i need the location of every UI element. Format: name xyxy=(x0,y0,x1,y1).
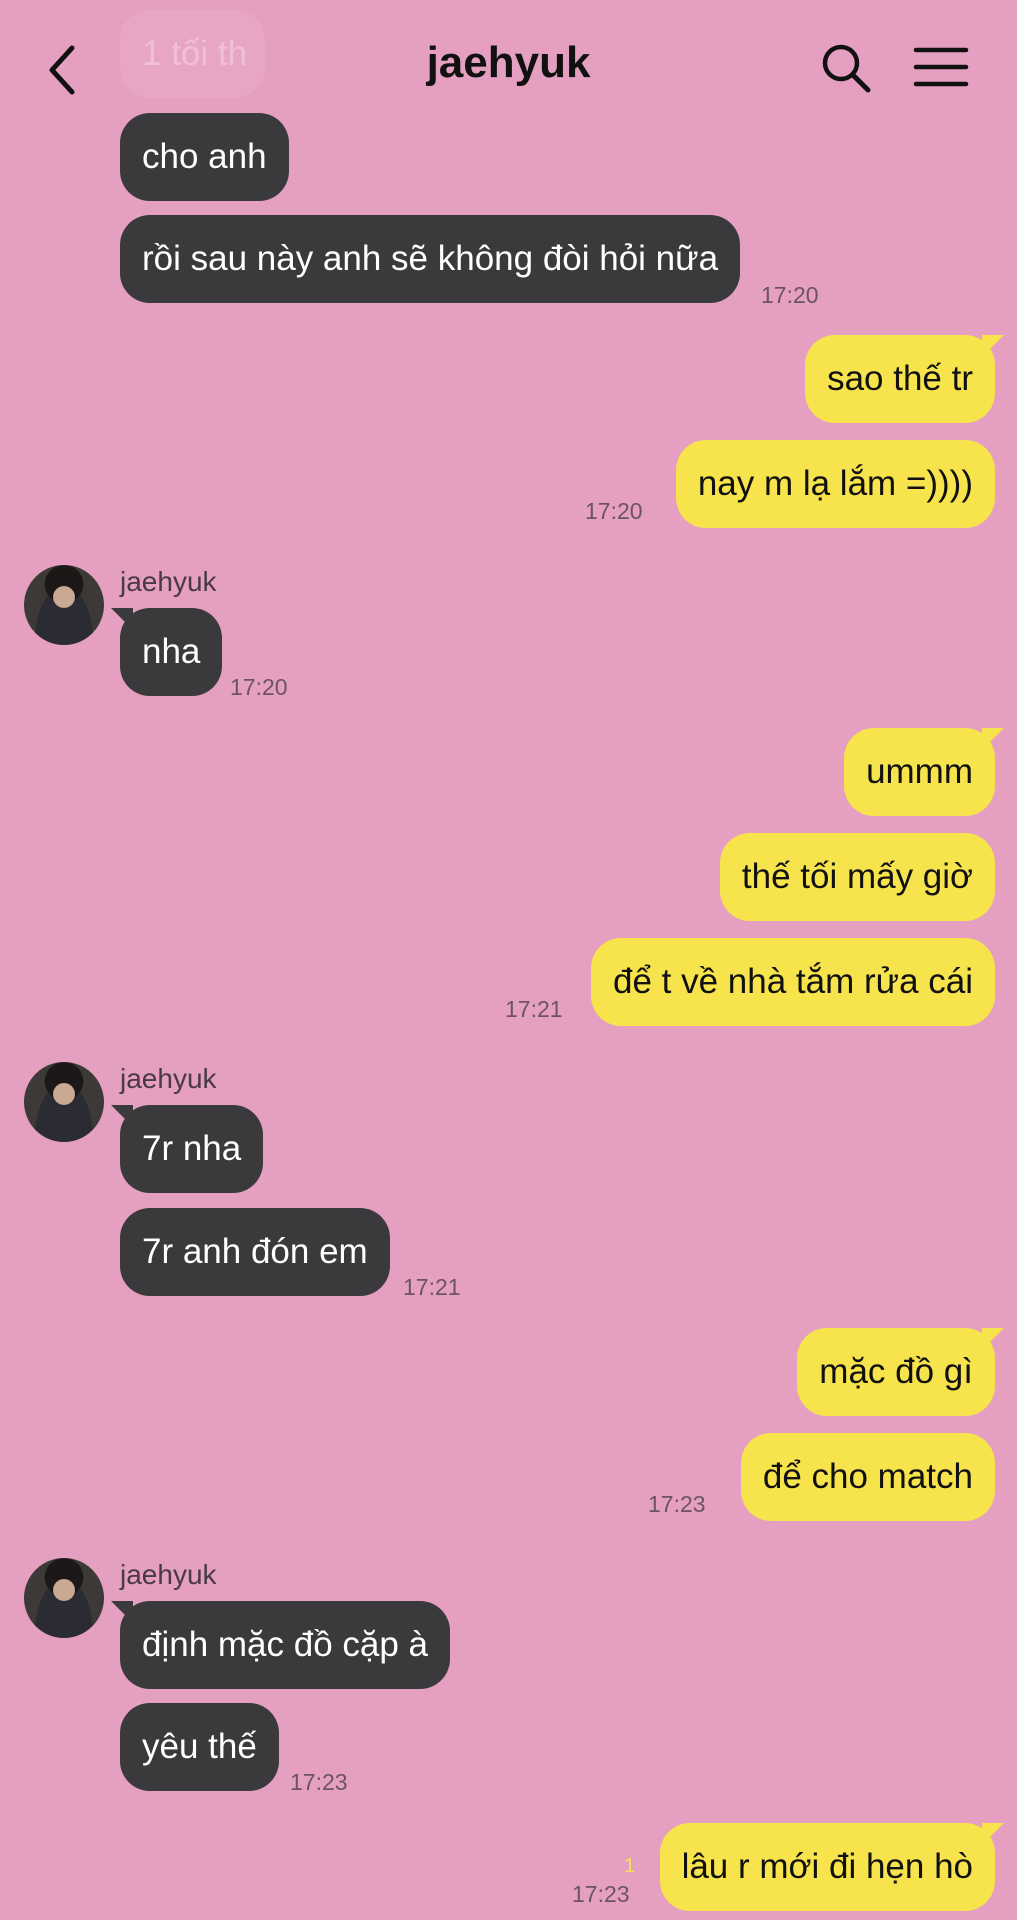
unread-count: 1 xyxy=(624,1855,636,1877)
hamburger-menu-icon xyxy=(913,47,969,87)
message-timestamp: 17:20 xyxy=(230,674,288,700)
message-bubble-incoming[interactable]: rồi sau này anh sẽ không đòi hỏi nữa xyxy=(120,215,741,303)
message-bubble-outgoing[interactable]: thế tối mấy giờ xyxy=(719,833,995,921)
message-bubble-incoming[interactable]: định mặc đồ cặp à xyxy=(110,1601,451,1689)
avatar[interactable] xyxy=(24,1062,104,1142)
message-timestamp: 17:23 xyxy=(648,1491,706,1517)
sender-name: jaehyuk xyxy=(120,566,217,597)
search-icon xyxy=(822,44,871,93)
message-bubble-outgoing[interactable]: ummm xyxy=(844,728,1004,816)
message-bubble-incoming[interactable]: 7r anh đón em xyxy=(120,1208,390,1296)
message-bubble-outgoing[interactable]: để t về nhà tắm rửa cái xyxy=(591,938,995,1026)
message-bubble-outgoing[interactable]: lâu r mới đi hẹn hò xyxy=(659,1823,1005,1911)
sender-name: jaehyuk xyxy=(120,1063,217,1094)
avatar[interactable] xyxy=(24,1558,104,1638)
chat-header: jaehyuk xyxy=(0,0,1017,135)
message-bubble-outgoing[interactable]: để cho match xyxy=(740,1433,995,1521)
message-bubble-incoming[interactable]: yêu thế xyxy=(120,1703,279,1791)
message-bubble-outgoing[interactable]: mặc đồ gì xyxy=(797,1328,1004,1416)
message-timestamp: 17:21 xyxy=(505,996,563,1022)
message-bubble-outgoing[interactable]: nay m lạ lắm =)))) xyxy=(675,440,995,528)
message-timestamp: 17:20 xyxy=(585,498,643,524)
sender-name: jaehyuk xyxy=(120,1559,217,1590)
message-timestamp: 17:23 xyxy=(290,1769,348,1795)
message-timestamp: 17:21 xyxy=(403,1274,461,1300)
message-bubble-incoming[interactable]: 7r nha xyxy=(110,1105,264,1193)
message-bubble-outgoing[interactable]: sao thế tr xyxy=(805,335,1004,423)
message-bubble-incoming[interactable]: nha xyxy=(110,608,223,696)
search-button[interactable] xyxy=(818,40,874,96)
message-timestamp: 17:20 xyxy=(761,282,819,308)
message-timestamp: 17:23 xyxy=(572,1881,630,1907)
avatar[interactable] xyxy=(24,565,104,645)
menu-button[interactable] xyxy=(912,42,970,92)
